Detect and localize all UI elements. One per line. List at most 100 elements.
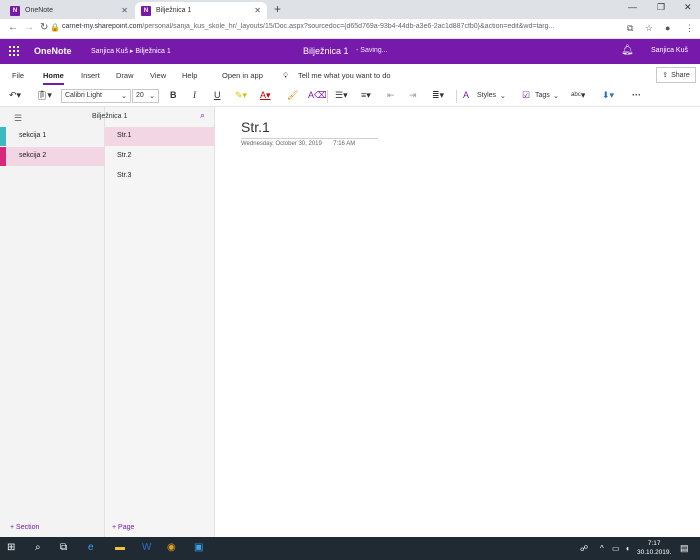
app-launcher-icon[interactable]	[9, 46, 19, 56]
divider	[456, 90, 457, 103]
close-icon[interactable]: ✕	[254, 6, 261, 15]
people-icon[interactable]: ☍	[580, 544, 588, 553]
file-explorer-icon[interactable]: ▬	[115, 542, 125, 553]
url-path: /personal/sanja_kus_skole_hr/_layouts/15…	[142, 23, 554, 30]
bullets-icon[interactable]: ☰▾	[335, 90, 348, 101]
ribbon-tabs: File Home Insert Draw View Help Open in …	[0, 64, 700, 86]
menu-icon[interactable]: ⋮	[685, 23, 694, 34]
styles-icon[interactable]: A	[463, 90, 469, 100]
open-in-app-button[interactable]: Open in app	[222, 71, 263, 80]
tab-draw[interactable]: Draw	[116, 71, 134, 80]
share-button[interactable]: ⇪ Share	[656, 67, 696, 83]
add-page-button[interactable]: + Page	[112, 524, 134, 531]
underline-button[interactable]: U	[214, 90, 221, 100]
ribbon-toolbar: ↶▾ 📋︎▾ Calibri Light ⌄ 20 ⌄ B I U ✎▾ A▾ …	[0, 86, 700, 107]
back-icon[interactable]: ←	[8, 22, 18, 33]
add-section-button[interactable]: + Section	[10, 524, 39, 531]
page-item[interactable]: Str.2	[105, 147, 215, 166]
section-color-bar	[0, 127, 6, 146]
reload-icon[interactable]: ↻	[40, 22, 48, 33]
numbering-icon[interactable]: ≡▾	[361, 90, 371, 101]
tags-button[interactable]: Tags	[535, 92, 550, 99]
page-item[interactable]: Str.3	[105, 167, 215, 186]
styles-button[interactable]: Styles	[477, 92, 496, 99]
window-close-icon[interactable]: ✕	[684, 2, 692, 13]
minimize-icon[interactable]: —	[628, 2, 637, 12]
tell-me-box[interactable]: Tell me what you want to do	[298, 71, 391, 80]
hamburger-icon[interactable]: ☰	[14, 113, 22, 124]
task-view-icon[interactable]: ⧉	[60, 542, 67, 553]
windows-start-icon[interactable]: ⊞	[7, 542, 15, 553]
onenote-icon: N	[141, 6, 151, 16]
section-item-selected[interactable]: sekcija 2	[0, 147, 105, 166]
restore-icon[interactable]: ❐	[657, 2, 665, 13]
notifications-icon[interactable]: ▤	[680, 543, 689, 554]
indent-icon[interactable]: ⇥	[409, 90, 417, 101]
search-icon[interactable]: ⌕	[35, 542, 41, 553]
page-date: Wednesday, October 30, 2019	[241, 141, 322, 147]
close-icon[interactable]: ✕	[121, 6, 128, 15]
italic-button[interactable]: I	[193, 90, 196, 100]
app-title[interactable]: OneNote	[34, 46, 72, 56]
font-family-select[interactable]: Calibri Light ⌄	[61, 89, 131, 103]
breadcrumb[interactable]: Sanjica Kuš ▸ Bilježnica 1	[91, 47, 171, 55]
document-title[interactable]: Bilježnica 1	[303, 46, 349, 56]
section-label: sekcija 2	[19, 152, 46, 159]
tag-icon[interactable]: ☑	[522, 90, 530, 101]
pages-pane: Str.1 Str.2 Str.3 + Page	[105, 107, 215, 537]
browser-tab-onenote[interactable]: N OneNote ✕	[4, 2, 134, 19]
align-icon[interactable]: ≣▾	[432, 90, 444, 101]
outdent-icon[interactable]: ⇤	[387, 90, 395, 101]
browser-tab-notebook[interactable]: N Bilježnica 1 ✕	[135, 2, 267, 19]
format-painter-icon[interactable]: 🖌︎	[287, 90, 298, 101]
word-icon[interactable]: W	[142, 542, 151, 553]
notebook-name[interactable]: Bilježnica 1	[92, 113, 127, 120]
chevron-down-icon[interactable]: ⌄	[553, 92, 559, 100]
tab-file[interactable]: File	[12, 71, 24, 80]
clock[interactable]: 7:17 30.10.2019.	[637, 539, 671, 557]
page-canvas[interactable]: Str.1 Wednesday, October 30, 2019 7:16 A…	[215, 107, 700, 537]
app-icon[interactable]: ▣	[194, 542, 203, 553]
spelling-icon[interactable]: ᵃᵇᶜ▾	[571, 90, 585, 101]
browser-tab-bar: N OneNote ✕ N Bilježnica 1 ✕ + — ❐ ✕	[0, 0, 700, 19]
volume-icon[interactable]: ◖	[625, 544, 630, 553]
page-label: Str.2	[117, 152, 131, 159]
clear-formatting-icon[interactable]: A⌫	[308, 90, 327, 101]
share-icon: ⇪	[662, 71, 668, 79]
page-time: 7:16 AM	[333, 141, 355, 147]
new-tab-button[interactable]: +	[274, 2, 281, 16]
profile-icon[interactable]: ●	[665, 23, 670, 33]
tab-label: Bilježnica 1	[156, 7, 191, 14]
page-item-selected[interactable]: Str.1	[105, 127, 215, 146]
chevron-up-icon[interactable]: ^	[600, 544, 604, 553]
highlight-icon[interactable]: ✎▾	[235, 90, 247, 101]
font-color-icon[interactable]: A▾	[260, 90, 271, 101]
translate-icon[interactable]: ⧉	[627, 23, 633, 34]
share-label: Share	[671, 72, 690, 79]
chevron-down-icon[interactable]: ⌄	[500, 92, 506, 100]
tab-view[interactable]: View	[150, 71, 166, 80]
clock-time: 7:17	[637, 539, 671, 548]
font-size-select[interactable]: 20 ⌄	[132, 89, 159, 103]
bell-icon[interactable]: 🔔︎	[621, 45, 634, 56]
search-icon[interactable]: ⌕	[200, 110, 205, 121]
user-name[interactable]: Sanjica Kuš	[651, 47, 688, 54]
paste-icon[interactable]: 📋︎▾	[36, 90, 52, 101]
url-field[interactable]: carnet-my.sharepoint.com/personal/sanja_…	[62, 23, 622, 30]
tab-insert[interactable]: Insert	[81, 71, 100, 80]
edge-icon[interactable]: e	[88, 542, 94, 553]
section-item[interactable]: sekcija 1	[0, 127, 105, 146]
tab-help[interactable]: Help	[182, 71, 197, 80]
undo-icon[interactable]: ↶▾	[9, 90, 21, 101]
star-icon[interactable]: ☆	[645, 23, 653, 34]
title-underline	[241, 138, 378, 139]
forward-icon[interactable]: →	[24, 22, 34, 33]
chrome-icon[interactable]: ◉	[167, 542, 176, 553]
more-options-button[interactable]: ···	[632, 90, 641, 100]
network-icon[interactable]: ▭	[612, 544, 620, 553]
dictate-icon[interactable]: ⬇▾	[602, 90, 614, 101]
bold-button[interactable]: B	[170, 90, 177, 100]
page-title[interactable]: Str.1	[241, 119, 270, 135]
tab-home[interactable]: Home	[43, 71, 64, 80]
lock-icon: 🔒	[50, 23, 60, 32]
